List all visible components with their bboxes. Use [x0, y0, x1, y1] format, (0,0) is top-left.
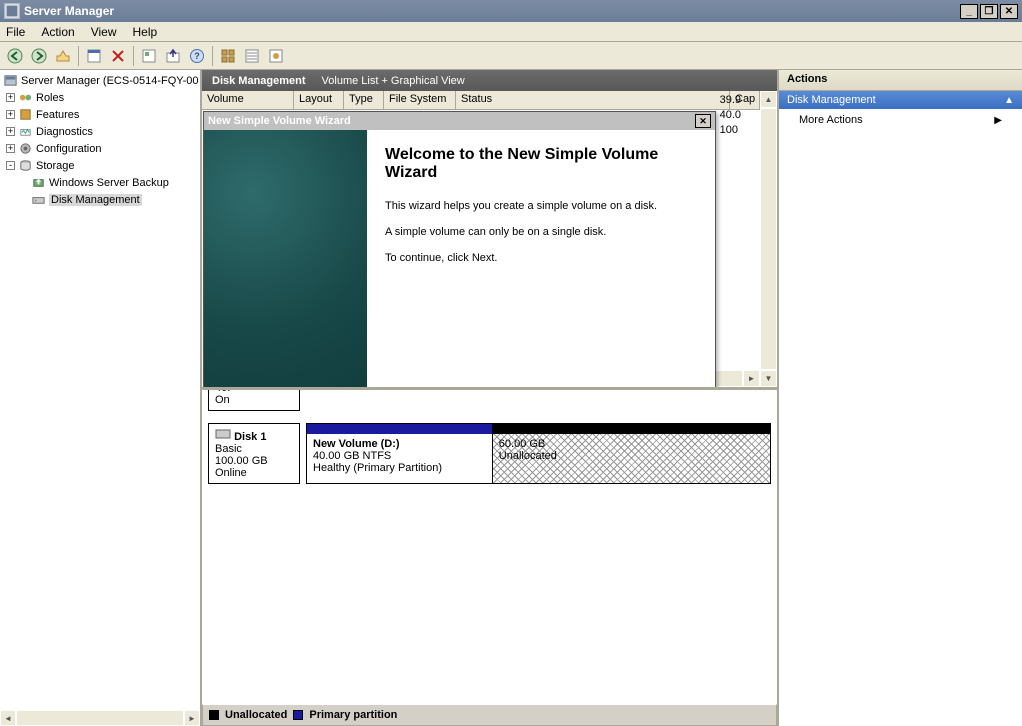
backup-icon	[30, 175, 46, 191]
wizard-text: This wizard helps you create a simple vo…	[385, 200, 697, 212]
navigation-tree-pane: Server Manager (ECS-0514-FQY-00 + Roles …	[0, 70, 202, 726]
disk-graphical-view[interactable]: Ba 40. On Disk 1 Basic 100.00 GB Online	[202, 387, 777, 726]
wizard-heading: Welcome to the New Simple Volume Wizard	[385, 146, 697, 182]
col-status[interactable]: Status	[456, 91, 730, 109]
volume-list-header[interactable]: Volume Layout Type File System Status Ca…	[202, 91, 760, 110]
delete-icon[interactable]	[107, 45, 129, 67]
menu-bar: File Action View Help	[0, 22, 1022, 42]
col-layout[interactable]: Layout	[294, 91, 344, 109]
back-button[interactable]	[4, 45, 26, 67]
wizard-title: New Simple Volume Wizard	[208, 115, 695, 127]
menu-view[interactable]: View	[91, 25, 117, 39]
disk-row[interactable]: Ba 40. On	[202, 390, 777, 417]
scroll-down-icon[interactable]: ▼	[760, 370, 777, 387]
disk-icon	[30, 192, 46, 208]
svg-text:?: ?	[194, 51, 200, 61]
collapse-icon: ▲	[1004, 95, 1014, 106]
wizard-text: A simple volume can only be on a single …	[385, 226, 697, 238]
config-icon	[17, 141, 33, 157]
diagnostics-icon	[17, 124, 33, 140]
menu-help[interactable]: Help	[133, 25, 158, 39]
title-bar: Server Manager _ ❐ ✕	[0, 0, 1022, 22]
volume-list-v-scrollbar[interactable]: ▲▼	[760, 91, 777, 387]
expand-icon[interactable]: +	[6, 127, 15, 136]
scroll-right-icon[interactable]: ►	[743, 370, 760, 387]
scroll-left-icon[interactable]: ◄	[0, 710, 16, 726]
server-icon	[2, 73, 18, 89]
tree-storage[interactable]: - Storage	[0, 157, 200, 174]
close-button[interactable]: ✕	[1000, 4, 1018, 19]
partition-header	[493, 424, 770, 434]
actions-header: Actions	[779, 70, 1022, 91]
disk-management-pane: Disk Management Volume List + Graphical …	[202, 70, 779, 726]
tree-roles[interactable]: + Roles	[0, 89, 200, 106]
menu-file[interactable]: File	[6, 25, 25, 39]
server-manager-icon	[4, 3, 20, 19]
legend-swatch-primary	[293, 710, 303, 720]
help-icon[interactable]: ?	[186, 45, 208, 67]
main-area: Server Manager (ECS-0514-FQY-00 + Roles …	[0, 70, 1022, 726]
scroll-right-icon[interactable]: ►	[184, 710, 200, 726]
col-volume[interactable]: Volume	[202, 91, 294, 109]
features-icon	[17, 107, 33, 123]
partition-header	[307, 424, 492, 434]
wizard-text: To continue, click Next.	[385, 252, 697, 264]
wizard-titlebar[interactable]: New Simple Volume Wizard ✕	[204, 112, 715, 130]
col-type[interactable]: Type	[344, 91, 384, 109]
storage-icon	[17, 158, 33, 174]
expand-icon[interactable]: +	[6, 144, 15, 153]
partition-new-volume-d[interactable]: New Volume (D:) 40.00 GB NTFS Healthy (P…	[307, 424, 493, 483]
legend-swatch-unallocated	[209, 710, 219, 720]
actions-category[interactable]: Disk Management ▲	[779, 91, 1022, 109]
partition-unallocated[interactable]: 60.00 GB Unallocated	[493, 424, 770, 483]
tree-disk-management[interactable]: Disk Management	[0, 191, 200, 208]
toolbar-separator	[78, 46, 79, 66]
disk-management-header: Disk Management Volume List + Graphical …	[202, 70, 777, 91]
actions-pane: Actions Disk Management ▲ More Actions ▶	[779, 70, 1022, 726]
tree-diagnostics[interactable]: + Diagnostics	[0, 123, 200, 140]
up-icon[interactable]	[52, 45, 74, 67]
settings-icon[interactable]	[265, 45, 287, 67]
tree-root[interactable]: Server Manager (ECS-0514-FQY-00	[0, 72, 200, 89]
disk-icon	[215, 428, 231, 440]
expand-icon[interactable]: +	[6, 93, 15, 102]
properties-icon[interactable]	[83, 45, 105, 67]
tree-features[interactable]: + Features	[0, 106, 200, 123]
dm-subtitle: Volume List + Graphical View	[316, 75, 471, 87]
actions-more[interactable]: More Actions ▶	[779, 109, 1022, 131]
restore-button[interactable]: ❐	[980, 4, 998, 19]
refresh-icon[interactable]	[138, 45, 160, 67]
col-filesystem[interactable]: File System	[384, 91, 456, 109]
toolbar-separator	[212, 46, 213, 66]
window-title: Server Manager	[24, 4, 960, 18]
wizard-close-button[interactable]: ✕	[695, 114, 711, 128]
forward-button[interactable]	[28, 45, 50, 67]
tree-windows-server-backup[interactable]: Windows Server Backup	[0, 174, 200, 191]
navigation-tree[interactable]: Server Manager (ECS-0514-FQY-00 + Roles …	[0, 70, 200, 710]
tree-configuration[interactable]: + Configuration	[0, 140, 200, 157]
tree-horizontal-scrollbar[interactable]: ◄ ►	[0, 710, 200, 726]
toolbar: ?	[0, 42, 1022, 70]
scroll-up-icon[interactable]: ▲	[760, 91, 777, 108]
menu-action[interactable]: Action	[41, 25, 74, 39]
disk-info[interactable]: Disk 1 Basic 100.00 GB Online	[208, 423, 300, 484]
toolbar-separator	[133, 46, 134, 66]
partition-legend: Unallocated Primary partition	[202, 704, 777, 726]
dm-title: Disk Management	[202, 75, 316, 87]
disk-partitions[interactable]: New Volume (D:) 40.00 GB NTFS Healthy (P…	[306, 423, 771, 484]
disk-row[interactable]: Disk 1 Basic 100.00 GB Online New Volume…	[202, 417, 777, 490]
list-view-icon[interactable]	[241, 45, 263, 67]
grid-view-icon[interactable]	[217, 45, 239, 67]
capacity-values: 39.9 40.0 100	[720, 93, 741, 138]
collapse-icon[interactable]: -	[6, 161, 15, 170]
expand-icon[interactable]: +	[6, 110, 15, 119]
submenu-icon: ▶	[994, 115, 1002, 126]
disk-info[interactable]: Ba 40. On	[208, 390, 300, 411]
export-icon[interactable]	[162, 45, 184, 67]
roles-icon	[17, 90, 33, 106]
volume-list[interactable]: Volume Layout Type File System Status Ca…	[202, 91, 777, 387]
minimize-button[interactable]: _	[960, 4, 978, 19]
